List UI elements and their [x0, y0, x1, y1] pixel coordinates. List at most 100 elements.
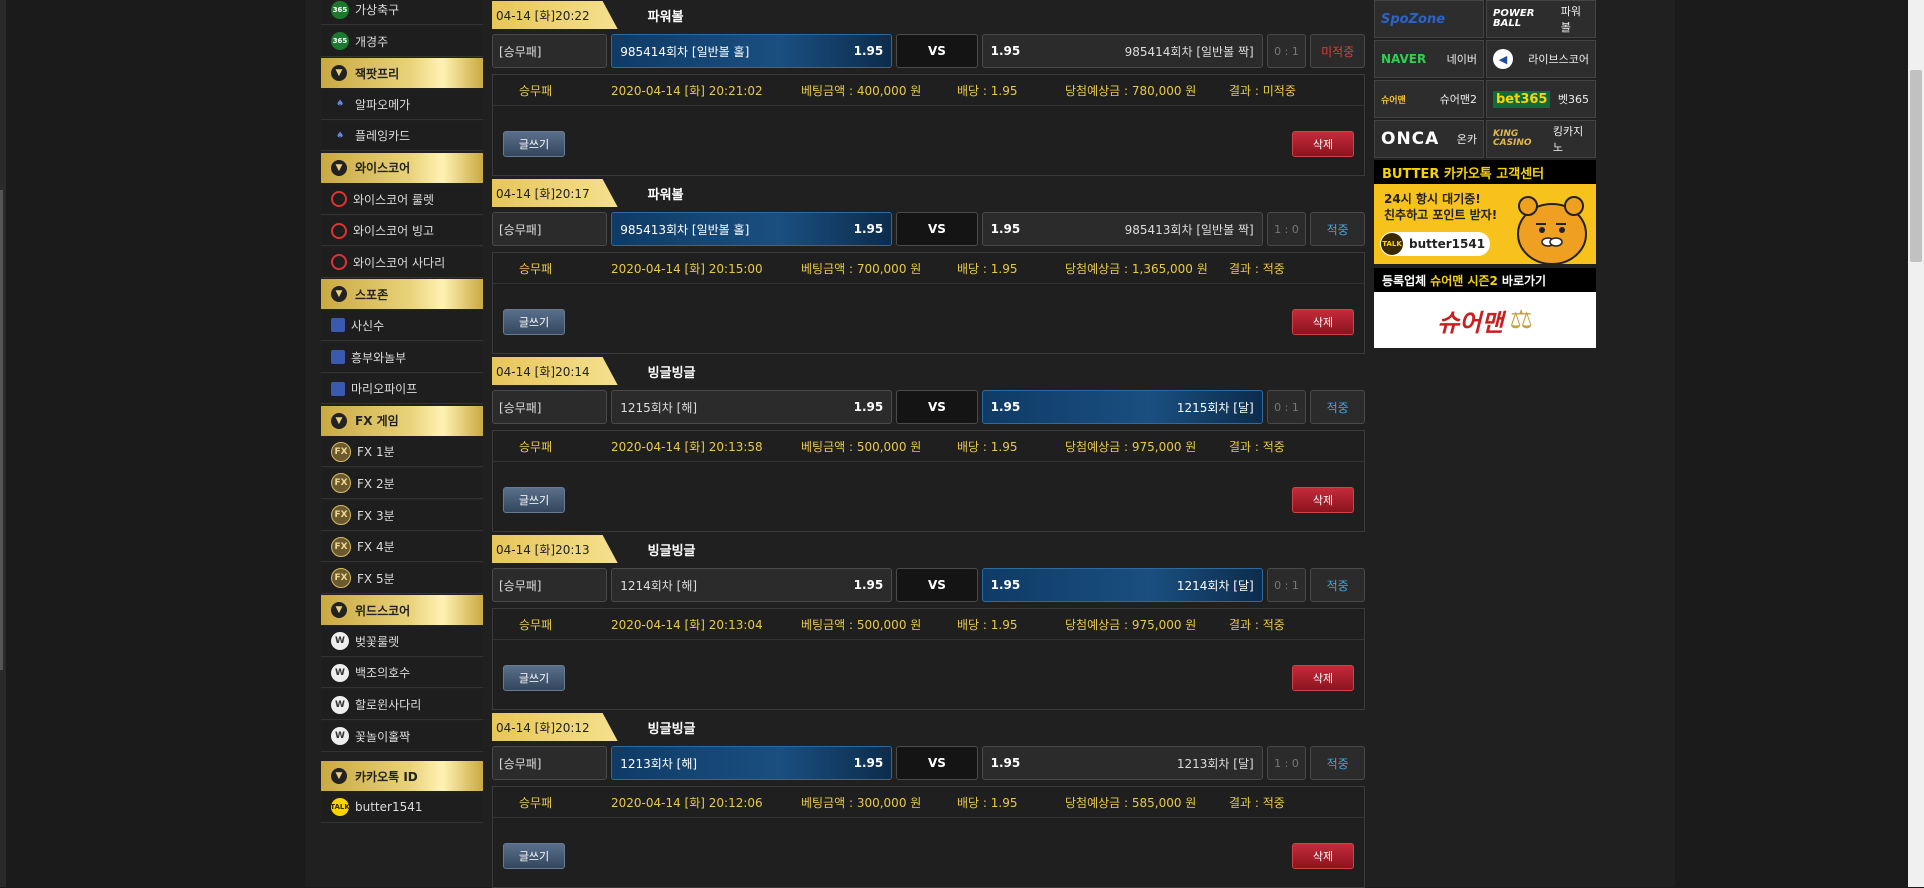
bet-away-option[interactable]: 1.95 1215회차 [달]	[981, 390, 1263, 424]
page-scrollbar[interactable]	[1908, 0, 1924, 887]
bet-amount: 베팅금액 : 700,000 원	[801, 261, 922, 276]
sureman-banner-text: 슈어맨	[1437, 308, 1504, 337]
write-button[interactable]: 글쓰기	[503, 487, 565, 513]
away-option-label: 985414회차 [일반볼 짝]	[1124, 44, 1254, 59]
bet-time: 2020-04-14 [화] 20:15:00	[611, 261, 763, 276]
bet-expected-win: 당첨예상금 : 585,000 원	[1065, 795, 1197, 810]
sidebar-item[interactable]: ♠ 플레잉카드	[321, 121, 483, 152]
away-odds: 1.95	[990, 44, 1021, 58]
sidebar-item[interactable]: 마리오파이프	[321, 374, 483, 405]
bet-result-badge: 적중	[1310, 212, 1365, 246]
sidebar-item[interactable]: TALK butter1541	[321, 792, 483, 823]
sidebar-item[interactable]: 365 개경주	[321, 26, 483, 57]
withscore-icon: W	[331, 727, 349, 746]
bet365-icon: 365	[331, 0, 349, 19]
bet-kind: 승무패	[519, 617, 553, 632]
scrollbar-thumb[interactable]	[1910, 70, 1922, 262]
bet-selection-row: [승무패] 985413회차 [일반볼 홀] 1.95 VS 1.95 985413회차 …	[492, 212, 1365, 248]
partner-link-spozone[interactable]: SpoZone	[1374, 0, 1484, 38]
bet-odds: 배당 : 1.95	[957, 795, 1018, 810]
sidebar-item[interactable]: 365 가상축구	[321, 0, 483, 25]
sidebar-item-label: FX 4분	[357, 540, 395, 555]
partner-link-livescore[interactable]: ◀ 라이브스코어	[1486, 40, 1596, 78]
sidebar-item[interactable]: 흥부와놀부	[321, 342, 483, 373]
sureman-season2-banner[interactable]: 슈어맨 ⚖	[1374, 292, 1596, 348]
bet-away-option[interactable]: 1.95 1213회차 [달]	[981, 746, 1263, 780]
bet-info-panel: 승무패 2020-04-14 [화] 20:13:58 베팅금액 : 500,000…	[492, 430, 1365, 532]
bet-away-option[interactable]: 1.95 1214회차 [달]	[981, 568, 1263, 602]
wisescore-icon	[331, 191, 347, 208]
bet-home-option[interactable]: 1214회차 [해] 1.95	[611, 568, 893, 602]
bet-kind: 승무패	[519, 795, 553, 810]
bet-kind: 승무패	[519, 439, 553, 454]
delete-button[interactable]: 삭제	[1292, 665, 1354, 691]
delete-button[interactable]: 삭제	[1292, 309, 1354, 335]
sidebar-item[interactable]: 사신수	[321, 310, 483, 341]
sidebar-item[interactable]: W 할로윈사다리	[321, 690, 483, 721]
partner-link-bet365[interactable]: bet365 벳365	[1486, 80, 1596, 118]
partner-link-sureman2[interactable]: 슈어맨 슈어맨2	[1374, 80, 1484, 118]
bet-amount: 베팅금액 : 500,000 원	[801, 439, 922, 454]
bet-home-option[interactable]: 1213회차 [해] 1.95	[611, 746, 893, 780]
write-button[interactable]: 글쓰기	[503, 131, 565, 157]
sidebar-item[interactable]: W 벚꽃룰렛	[321, 626, 483, 657]
sidebar-item[interactable]: FX FX 2분	[321, 468, 483, 499]
bet-odds: 배당 : 1.95	[957, 83, 1018, 98]
home-option-label: 1214회차 [해]	[620, 578, 698, 593]
reg-post: 바로가기	[1501, 273, 1547, 288]
bet-type: [승무패]	[492, 746, 608, 780]
sidebar-category[interactable]: ▼ 잭팟프리	[321, 58, 483, 89]
partner-link-onca[interactable]: ONCA 온카	[1374, 120, 1484, 158]
bet-info-line: 승무패 2020-04-14 [화] 20:13:58 베팅금액 : 500,000…	[493, 431, 1364, 462]
bet-header: 04-14 [화]20:14 빙글빙글	[492, 356, 1365, 386]
write-button[interactable]: 글쓰기	[503, 309, 565, 335]
bet-home-option[interactable]: 985413회차 [일반볼 홀] 1.95	[611, 212, 893, 246]
vs-label: VS	[896, 568, 978, 602]
sidebar-item[interactable]: FX FX 4분	[321, 532, 483, 563]
partner-link-naver[interactable]: NAVER 네이버	[1374, 40, 1484, 78]
bet-result-badge: 적중	[1310, 568, 1365, 602]
bet-selection-row: [승무패] 1215회차 [해] 1.95 VS 1.95 1215회차 [달] 0 : 1…	[492, 390, 1365, 426]
home-option-label: 1215회차 [해]	[620, 400, 698, 415]
sidebar-item[interactable]: 와이스코어 사다리	[321, 247, 483, 278]
sidebar-category[interactable]: ▼ 와이스코어	[321, 152, 483, 183]
bet-date-tag: 04-14 [화]20:12	[492, 713, 618, 741]
sidebar-item-label: 와이스코어 룰렛	[353, 192, 435, 207]
write-button[interactable]: 글쓰기	[503, 843, 565, 869]
kakao-banner-line1: 24시 항시 대기중!	[1384, 192, 1481, 206]
sidebar-item[interactable]: FX FX 5분	[321, 563, 483, 594]
sidebar-category-label: FX 게임	[355, 414, 399, 429]
bet-selection-row: [승무패] 985414회차 [일반볼 홀] 1.95 VS 1.95 985414회차 …	[492, 34, 1365, 70]
sidebar-category[interactable]: ▼ 카카오톡 ID	[321, 761, 483, 792]
delete-button[interactable]: 삭제	[1292, 131, 1354, 157]
sidebar-category-label: 와이스코어	[355, 161, 411, 176]
bet-home-option[interactable]: 1215회차 [해] 1.95	[611, 390, 893, 424]
delete-button[interactable]: 삭제	[1292, 487, 1354, 513]
away-odds: 1.95	[990, 222, 1021, 236]
bet-away-option[interactable]: 1.95 985414회차 [일반볼 짝]	[981, 34, 1263, 68]
write-button[interactable]: 글쓰기	[503, 665, 565, 691]
sidebar-item[interactable]: 와이스코어 룰렛	[321, 184, 483, 215]
sidebar-category[interactable]: ▼ FX 게임	[321, 405, 483, 436]
bet-expected-win: 당첨예상금 : 1,365,000 원	[1065, 261, 1208, 276]
kakao-support-banner[interactable]: 24시 항시 대기중! 친추하고 포인트 받자! TALK butter1541	[1374, 184, 1596, 264]
sidebar-category[interactable]: ▼ 위드스코어	[321, 595, 483, 626]
sidebar-item[interactable]: W 꽃놀이홀짝	[321, 721, 483, 752]
bet-record: 04-14 [화]20:12 빙글빙글 [승무패] 1213회차 [해] 1.95 VS 1…	[492, 712, 1365, 888]
bet-away-option[interactable]: 1.95 985413회차 [일반볼 짝]	[981, 212, 1263, 246]
sidebar-item[interactable]: 와이스코어 빙고	[321, 216, 483, 247]
away-option-label: 985413회차 [일반볼 짝]	[1124, 222, 1254, 237]
sidebar-item[interactable]: ♠ 알파오메가	[321, 89, 483, 120]
sidebar-item[interactable]: FX FX 3분	[321, 500, 483, 531]
sidebar-category[interactable]: ▼ 스포존	[321, 279, 483, 310]
bet-outcome: 결과 : 적중	[1229, 795, 1285, 810]
bet-odds: 배당 : 1.95	[957, 261, 1018, 276]
sidebar-item[interactable]: FX FX 1분	[321, 437, 483, 468]
partner-link-kingcasino[interactable]: KING CASINO 킹카지노	[1486, 120, 1596, 158]
sidebar-item[interactable]: W 백조의호수	[321, 658, 483, 689]
bet-home-option[interactable]: 985414회차 [일반볼 홀] 1.95	[611, 34, 893, 68]
sidebar-item-label: 와이스코어 빙고	[353, 224, 435, 239]
partner-link-powerball[interactable]: POWER BALL 파워볼	[1486, 0, 1596, 38]
delete-button[interactable]: 삭제	[1292, 843, 1354, 869]
